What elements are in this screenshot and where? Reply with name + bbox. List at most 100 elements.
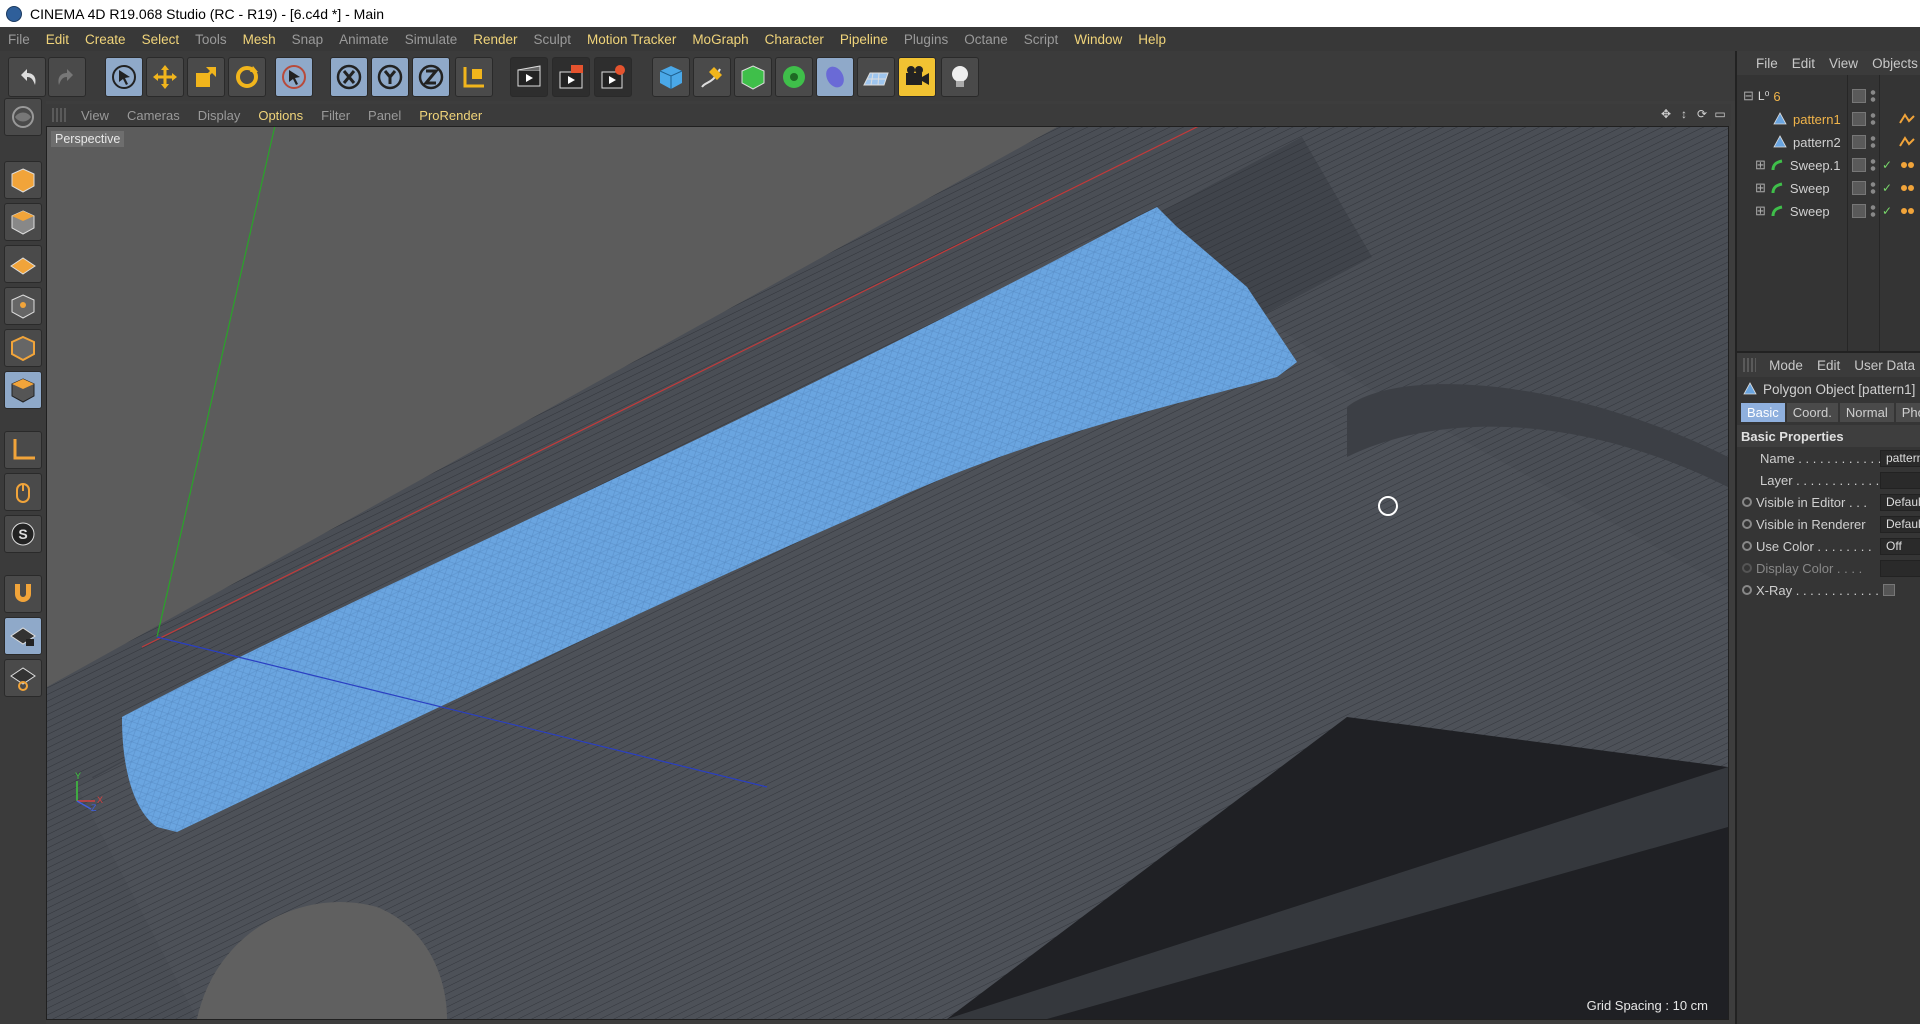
- visibility-dots-icon[interactable]: [1870, 204, 1876, 218]
- object-row[interactable]: pattern2: [1737, 131, 1920, 153]
- menu-create[interactable]: Create: [77, 32, 134, 47]
- visibility-tag-icon[interactable]: [1852, 158, 1866, 172]
- tab-coord[interactable]: Coord.: [1786, 402, 1838, 422]
- animate-radio-icon[interactable]: [1742, 519, 1752, 529]
- recent-tool-icon[interactable]: [275, 57, 313, 97]
- expand-toggle-icon[interactable]: ⊞: [1755, 157, 1766, 173]
- visibility-dots-icon[interactable]: [1870, 181, 1876, 195]
- visibility-tag-icon[interactable]: [1852, 89, 1866, 103]
- use-color-select[interactable]: Off: [1880, 538, 1920, 555]
- cube-primitive-icon[interactable]: [652, 57, 690, 97]
- menu-sculpt[interactable]: Sculpt: [526, 32, 580, 47]
- pan-icon[interactable]: ✥: [1659, 107, 1673, 121]
- model-mode-icon[interactable]: [4, 161, 42, 199]
- name-field[interactable]: pattern1: [1880, 450, 1920, 467]
- vp-menu-cameras[interactable]: Cameras: [118, 108, 189, 123]
- locked-workplane-icon[interactable]: [4, 659, 42, 697]
- texture-mode-icon[interactable]: [4, 203, 42, 241]
- tab-normal[interactable]: Normal: [1839, 402, 1894, 422]
- menu-character[interactable]: Character: [757, 32, 832, 47]
- menu-motion-tracker[interactable]: Motion Tracker: [579, 32, 684, 47]
- menu-plugins[interactable]: Plugins: [896, 32, 956, 47]
- menu-file[interactable]: File: [0, 32, 38, 47]
- visibility-dots-icon[interactable]: [1870, 112, 1876, 126]
- subdivision-icon[interactable]: [734, 57, 772, 97]
- visibility-dots-icon[interactable]: [1870, 158, 1876, 172]
- redo-icon[interactable]: [48, 57, 86, 97]
- xray-checkbox[interactable]: [1883, 584, 1895, 596]
- tab-basic[interactable]: Basic: [1741, 402, 1785, 422]
- am-menu-edit[interactable]: Edit: [1810, 358, 1847, 373]
- display-color-swatch[interactable]: [1880, 560, 1920, 577]
- menu-script[interactable]: Script: [1016, 32, 1067, 47]
- object-row[interactable]: ⊞ Sweep.1 ✓: [1737, 154, 1920, 176]
- om-menu-objects[interactable]: Objects: [1865, 56, 1920, 71]
- make-editable-icon[interactable]: [4, 98, 42, 136]
- pen-spline-icon[interactable]: [693, 57, 731, 97]
- menu-render[interactable]: Render: [465, 32, 525, 47]
- cloner-icon[interactable]: [775, 57, 813, 97]
- live-select-icon[interactable]: [105, 57, 143, 97]
- z-axis-lock-icon[interactable]: [412, 57, 450, 97]
- zoom-icon[interactable]: ↕: [1677, 107, 1691, 121]
- object-row[interactable]: pattern1: [1737, 108, 1920, 130]
- material-tag-icon[interactable]: [1899, 205, 1915, 217]
- floor-scene-icon[interactable]: [857, 57, 895, 97]
- om-menu-view[interactable]: View: [1822, 56, 1865, 71]
- menu-edit[interactable]: Edit: [38, 32, 77, 47]
- move-icon[interactable]: [146, 57, 184, 97]
- material-tag-icon[interactable]: [1899, 136, 1915, 148]
- menu-select[interactable]: Select: [134, 32, 188, 47]
- rotate-icon[interactable]: [228, 57, 266, 97]
- camera-icon[interactable]: [898, 57, 936, 97]
- render-settings-icon[interactable]: [594, 57, 632, 97]
- menu-mograph[interactable]: MoGraph: [684, 32, 756, 47]
- object-row-root[interactable]: ⊟ L⁰ 6: [1737, 85, 1920, 107]
- menu-animate[interactable]: Animate: [331, 32, 397, 47]
- edges-mode-icon[interactable]: [4, 329, 42, 367]
- tweak-mode-icon[interactable]: [4, 473, 42, 511]
- visibility-dots-icon[interactable]: [1870, 135, 1876, 149]
- visibility-tag-icon[interactable]: [1852, 181, 1866, 195]
- vp-menu-prorender[interactable]: ProRender: [410, 108, 491, 123]
- vp-menu-view[interactable]: View: [72, 108, 118, 123]
- menu-help[interactable]: Help: [1130, 32, 1174, 47]
- points-mode-icon[interactable]: [4, 287, 42, 325]
- tab-phong[interactable]: Phong: [1895, 402, 1920, 422]
- vp-menu-panel[interactable]: Panel: [359, 108, 410, 123]
- visibility-tag-icon[interactable]: [1852, 112, 1866, 126]
- menu-pipeline[interactable]: Pipeline: [832, 32, 896, 47]
- 3d-viewport[interactable]: Perspective Y X Z Grid Spacing : 10 cm: [46, 126, 1729, 1020]
- snap-icon[interactable]: [4, 575, 42, 613]
- coordinate-system-icon[interactable]: [455, 57, 493, 97]
- om-menu-edit[interactable]: Edit: [1785, 56, 1822, 71]
- object-row[interactable]: ⊞ Sweep ✓: [1737, 177, 1920, 199]
- render-view-icon[interactable]: [510, 57, 548, 97]
- orbit-icon[interactable]: ⟳: [1695, 107, 1709, 121]
- vp-menu-options[interactable]: Options: [249, 108, 312, 123]
- object-row[interactable]: ⊞ Sweep ✓: [1737, 200, 1920, 222]
- vp-menu-filter[interactable]: Filter: [312, 108, 359, 123]
- material-tag-icon[interactable]: [1899, 182, 1915, 194]
- am-menu-user-data[interactable]: User Data: [1847, 358, 1920, 373]
- vp-menu-display[interactable]: Display: [189, 108, 250, 123]
- solo-icon[interactable]: S: [4, 515, 42, 553]
- y-axis-lock-icon[interactable]: [371, 57, 409, 97]
- grip-handle[interactable]: [52, 108, 66, 122]
- menu-octane[interactable]: Octane: [956, 32, 1016, 47]
- animate-radio-icon[interactable]: [1742, 563, 1752, 573]
- menu-snap[interactable]: Snap: [284, 32, 332, 47]
- render-picture-viewer-icon[interactable]: [552, 57, 590, 97]
- material-tag-icon[interactable]: [1899, 113, 1915, 125]
- grip-handle[interactable]: [1743, 358, 1757, 372]
- deformer-icon[interactable]: [816, 57, 854, 97]
- animate-radio-icon[interactable]: [1742, 585, 1752, 595]
- scale-icon[interactable]: [187, 57, 225, 97]
- workplane-icon[interactable]: [4, 245, 42, 283]
- menu-simulate[interactable]: Simulate: [397, 32, 466, 47]
- menu-window[interactable]: Window: [1066, 32, 1130, 47]
- enabled-check-icon[interactable]: ✓: [1882, 158, 1892, 172]
- polygons-mode-icon[interactable]: [4, 371, 42, 409]
- axis-mode-icon[interactable]: [4, 431, 42, 469]
- visible-editor-select[interactable]: Default: [1880, 494, 1920, 511]
